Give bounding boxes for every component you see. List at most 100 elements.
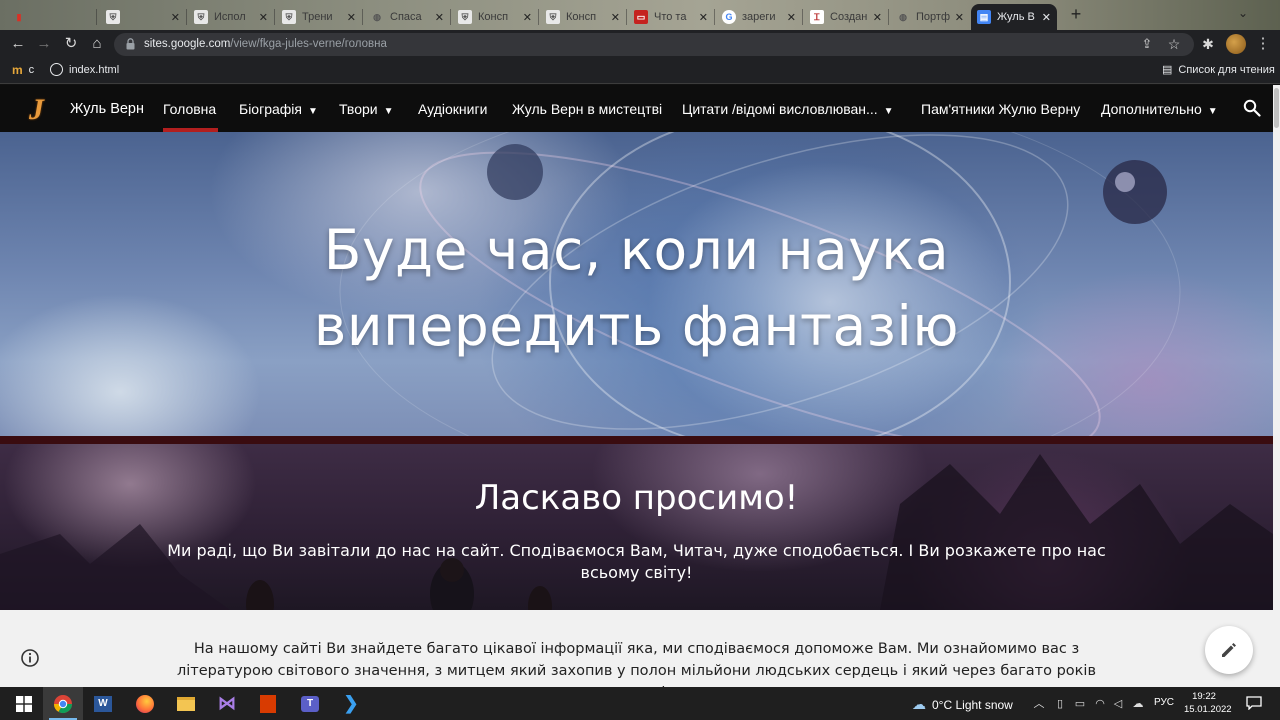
new-tab-button[interactable]: + <box>1066 5 1086 25</box>
home-icon[interactable]: ⌂ <box>87 34 107 54</box>
nav-item-more[interactable]: Дополнительно ▼ <box>1101 101 1218 117</box>
info-icon[interactable] <box>20 648 40 668</box>
browser-tab[interactable]: ⛨ Испол ✕ <box>188 4 274 30</box>
globe-icon <box>50 63 63 76</box>
onedrive-icon[interactable]: ☁ <box>1131 697 1145 711</box>
chrome-icon[interactable] <box>43 687 83 720</box>
close-tab-icon[interactable]: ✕ <box>523 11 532 24</box>
globe-icon: ◍ <box>373 11 381 22</box>
shield-icon: ⛨ <box>546 10 560 24</box>
tab-search-icon[interactable]: ⌄ <box>1238 6 1248 20</box>
close-tab-icon[interactable]: ✕ <box>955 11 964 24</box>
close-tab-icon[interactable]: ✕ <box>259 11 268 24</box>
tab-separator <box>802 9 803 25</box>
nav-item-biography[interactable]: Біографія ▼ <box>239 101 318 117</box>
google-icon: G <box>722 10 736 24</box>
browser-tab[interactable]: ◍ Портф ✕ <box>890 4 970 30</box>
menu-icon[interactable]: ⋮ <box>1253 34 1273 54</box>
weather-widget[interactable]: ☁ 0°C Light snow <box>912 696 1013 713</box>
nav-item-monuments[interactable]: Пам'ятники Жулю Верну <box>921 101 1080 117</box>
tab-separator <box>186 9 187 25</box>
tab-separator <box>714 9 715 25</box>
back-icon[interactable]: ← <box>8 34 28 54</box>
browser-tab[interactable]: ◍ Спаса ✕ <box>364 4 450 30</box>
bookmark-item[interactable]: m c <box>12 63 34 77</box>
shield-icon: ⛨ <box>106 10 120 24</box>
red-book-icon: ▭ <box>634 10 648 24</box>
windows-icon[interactable] <box>4 687 44 720</box>
text-icon: Ꮖ <box>810 10 824 24</box>
page-scrollbar[interactable] <box>1273 85 1280 687</box>
browser-tab[interactable]: ⛨ ✕ <box>100 4 186 30</box>
browser-tab[interactable]: ▮ <box>6 4 96 30</box>
notification-icon[interactable] <box>1246 696 1262 710</box>
close-tab-icon[interactable]: ✕ <box>171 11 180 24</box>
reading-list-icon: ▤ <box>1162 64 1173 76</box>
chevron-up-icon[interactable]: ︿ <box>1032 697 1046 711</box>
browser-tab[interactable]: ▭ Что та ✕ <box>628 4 714 30</box>
globe-icon: ◍ <box>899 11 907 22</box>
close-tab-icon[interactable]: ✕ <box>435 11 444 24</box>
office-icon[interactable] <box>248 687 288 720</box>
language-indicator[interactable]: РУС <box>1154 697 1174 708</box>
explorer-icon[interactable] <box>166 687 206 720</box>
share-icon[interactable]: ⇪ <box>1137 34 1157 54</box>
cloud-snow-icon: ☁ <box>912 696 926 712</box>
bookmark-item[interactable]: index.html <box>50 63 119 76</box>
nav-item-audiobooks[interactable]: Аудіокниги <box>418 101 487 117</box>
section-divider <box>0 436 1273 444</box>
word-icon[interactable]: W <box>83 687 123 720</box>
chevron-down-icon: ▼ <box>307 106 318 117</box>
device-icon[interactable]: ▯ <box>1053 697 1067 711</box>
scrollbar-thumb[interactable] <box>1274 88 1279 128</box>
firefox-icon[interactable] <box>125 687 165 720</box>
browser-tab[interactable]: ⛨ Трени ✕ <box>276 4 362 30</box>
hero-banner: Буде час, коли наука випередить фантазію <box>0 132 1273 438</box>
edit-button[interactable] <box>1205 626 1253 674</box>
browser-tab[interactable]: Ꮖ Создан ✕ <box>804 4 888 30</box>
browser-tab[interactable]: ⛨ Консп ✕ <box>452 4 538 30</box>
address-bar[interactable]: sites.google.com/view/fkga-jules-verne/г… <box>114 33 1194 56</box>
close-tab-icon[interactable]: ✕ <box>873 11 882 24</box>
m-icon: m <box>12 63 23 77</box>
reload-icon[interactable]: ↻ <box>61 34 81 54</box>
profile-avatar[interactable] <box>1226 34 1246 54</box>
reading-list-button[interactable]: ▤ Список для чтения <box>1162 63 1275 77</box>
nav-item-art[interactable]: Жуль Верн в мистецтві <box>512 101 662 117</box>
close-tab-icon[interactable]: ✕ <box>347 11 356 24</box>
close-tab-icon[interactable]: ✕ <box>787 11 796 24</box>
volume-icon[interactable]: ◁ <box>1111 697 1125 711</box>
browser-tab[interactable]: ⛨ Консп ✕ <box>540 4 626 30</box>
vscode-icon[interactable]: ❯ <box>331 687 371 720</box>
browser-tab[interactable]: G зареги ✕ <box>716 4 802 30</box>
tab-separator <box>538 9 539 25</box>
tab-separator <box>450 9 451 25</box>
close-tab-icon[interactable]: ✕ <box>699 11 708 24</box>
bookmark-star-icon[interactable]: ☆ <box>1164 34 1184 54</box>
tab-separator <box>274 9 275 25</box>
lock-icon[interactable] <box>126 38 135 50</box>
search-icon[interactable] <box>1243 99 1261 117</box>
visual-studio-icon[interactable]: ⋈ <box>207 687 247 720</box>
teams-icon[interactable]: T <box>290 687 330 720</box>
welcome-section: Ласкаво просимо! Ми раді, що Ви завітали… <box>0 444 1273 610</box>
close-tab-icon[interactable]: ✕ <box>611 11 620 24</box>
clock[interactable]: 19:22 15.01.2022 <box>1184 690 1232 716</box>
nav-item-home[interactable]: Головна <box>163 101 216 117</box>
url-text[interactable]: sites.google.com/view/fkga-jules-verne/г… <box>144 38 387 50</box>
site-title[interactable]: Жуль Верн <box>70 101 144 117</box>
wifi-icon[interactable]: ◠ <box>1093 697 1107 711</box>
nav-item-quotes[interactable]: Цитати /відомі висловлюван... ▼ <box>682 101 894 117</box>
tab-separator <box>888 9 889 25</box>
browser-tab-active[interactable]: ▤ Жуль В ✕ <box>971 4 1057 30</box>
nav-item-works[interactable]: Твори ▼ <box>339 101 394 117</box>
battery-icon[interactable]: ▭ <box>1073 697 1087 711</box>
welcome-heading: Ласкаво просимо! <box>474 478 799 518</box>
tab-separator <box>96 9 97 25</box>
site-logo[interactable]: J <box>29 93 44 127</box>
bookmarks-bar: m c index.html ▤ Список для чтения <box>0 58 1280 84</box>
forward-icon[interactable]: → <box>34 34 54 54</box>
extensions-icon[interactable]: ✱ <box>1198 34 1218 54</box>
close-tab-icon[interactable]: ✕ <box>1042 11 1051 24</box>
chevron-down-icon: ▼ <box>383 106 394 117</box>
